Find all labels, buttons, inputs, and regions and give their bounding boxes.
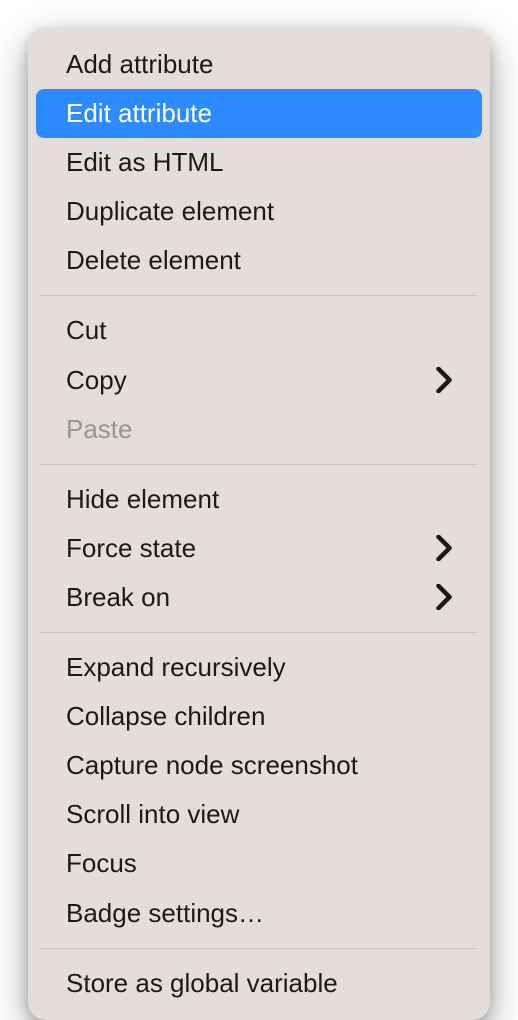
menu-item-label: Scroll into view	[66, 797, 239, 832]
menu-item-cut[interactable]: Cut	[36, 306, 482, 355]
menu-item-copy[interactable]: Copy	[36, 356, 482, 405]
menu-item-label: Edit as HTML	[66, 145, 224, 180]
menu-item-break-on[interactable]: Break on	[36, 573, 482, 622]
menu-item-label: Paste	[66, 412, 133, 447]
menu-item-label: Delete element	[66, 243, 241, 278]
menu-item-edit-attribute[interactable]: Edit attribute	[36, 89, 482, 138]
menu-item-paste: Paste	[36, 405, 482, 454]
menu-item-store-as-global-variable[interactable]: Store as global variable	[36, 959, 482, 1008]
menu-item-label: Edit attribute	[66, 96, 212, 131]
context-menu[interactable]: Add attribute Edit attribute Edit as HTM…	[28, 28, 490, 1020]
chevron-right-icon	[436, 584, 452, 610]
menu-item-scroll-into-view[interactable]: Scroll into view	[36, 790, 482, 839]
menu-item-label: Badge settings…	[66, 896, 264, 931]
menu-item-label: Force state	[66, 531, 196, 566]
menu-item-label: Cut	[66, 313, 106, 348]
menu-item-collapse-children[interactable]: Collapse children	[36, 692, 482, 741]
menu-item-label: Duplicate element	[66, 194, 274, 229]
chevron-right-icon	[436, 367, 452, 393]
chevron-right-icon	[436, 535, 452, 561]
menu-item-label: Copy	[66, 363, 127, 398]
menu-item-hide-element[interactable]: Hide element	[36, 475, 482, 524]
menu-item-label: Break on	[66, 580, 170, 615]
menu-item-label: Capture node screenshot	[66, 748, 358, 783]
menu-item-badge-settings[interactable]: Badge settings…	[36, 889, 482, 938]
menu-item-label: Expand recursively	[66, 650, 286, 685]
menu-separator	[40, 632, 478, 633]
menu-item-label: Collapse children	[66, 699, 265, 734]
menu-item-expand-recursively[interactable]: Expand recursively	[36, 643, 482, 692]
menu-item-label: Store as global variable	[66, 966, 338, 1001]
menu-separator	[40, 295, 478, 296]
menu-item-delete-element[interactable]: Delete element	[36, 236, 482, 285]
menu-item-duplicate-element[interactable]: Duplicate element	[36, 187, 482, 236]
menu-item-add-attribute[interactable]: Add attribute	[36, 40, 482, 89]
menu-item-label: Add attribute	[66, 47, 213, 82]
menu-item-edit-as-html[interactable]: Edit as HTML	[36, 138, 482, 187]
menu-item-focus[interactable]: Focus	[36, 839, 482, 888]
menu-item-capture-node-screenshot[interactable]: Capture node screenshot	[36, 741, 482, 790]
menu-item-label: Focus	[66, 846, 137, 881]
menu-item-label: Hide element	[66, 482, 219, 517]
menu-item-force-state[interactable]: Force state	[36, 524, 482, 573]
menu-separator	[40, 464, 478, 465]
menu-separator	[40, 948, 478, 949]
